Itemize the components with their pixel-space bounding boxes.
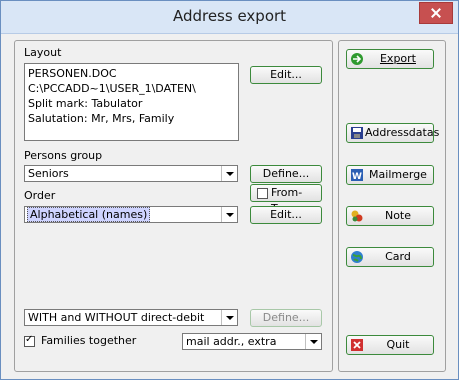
order-edit-button[interactable]: Edit... xyxy=(250,206,322,224)
from-to-checkbox[interactable] xyxy=(257,188,268,199)
close-button[interactable] xyxy=(419,2,453,24)
addressdatas-label: Addressdatas xyxy=(365,126,440,139)
card-label: Card xyxy=(385,250,411,263)
layout-label: Layout xyxy=(24,46,62,59)
layout-info-box[interactable]: PERSONEN.DOC C:\PCCADD~1\USER_1\DATEN\ S… xyxy=(24,63,239,141)
mailmerge-button[interactable]: W Mailmerge xyxy=(346,165,434,185)
export-label: Export xyxy=(379,52,416,65)
direct-debit-define-button[interactable]: Define... xyxy=(250,309,322,327)
chevron-down-icon[interactable] xyxy=(221,310,237,325)
globe-icon xyxy=(351,251,363,263)
persons-group-label: Persons group xyxy=(24,149,103,162)
svg-text:W: W xyxy=(352,172,362,182)
mail-address-value: mail addr., extra xyxy=(186,335,277,348)
chevron-down-icon[interactable] xyxy=(221,166,237,181)
note-label: Note xyxy=(384,209,412,222)
families-together-checkbox[interactable] xyxy=(24,334,35,347)
families-together-label: Families together xyxy=(41,334,137,347)
persons-group-select[interactable]: Seniors xyxy=(24,165,238,182)
layout-edit-label: Edit... xyxy=(270,68,302,81)
word-document-icon: W xyxy=(351,169,363,182)
persons-group-define-button[interactable]: Define... xyxy=(250,165,322,183)
card-button[interactable]: Card xyxy=(346,247,434,267)
from-to-button[interactable]: From-To... xyxy=(250,184,322,215)
define-label: Define... xyxy=(262,167,310,180)
quit-label: Quit xyxy=(386,338,410,351)
layout-line-split: Split mark: Tabulator xyxy=(28,97,143,110)
layout-edit-button[interactable]: Edit... xyxy=(250,66,322,84)
quit-button[interactable]: Quit xyxy=(346,335,434,355)
export-button[interactable]: Export xyxy=(346,49,434,69)
order-value: Alphabetical (names) xyxy=(27,207,151,222)
export-arrow-icon xyxy=(351,53,363,65)
quit-x-icon xyxy=(351,339,363,351)
note-icon xyxy=(351,210,363,222)
floppy-disk-icon xyxy=(351,127,363,139)
order-edit-label: Edit... xyxy=(270,208,302,221)
layout-line-salutation: Salutation: Mr, Mrs, Family xyxy=(28,112,175,125)
mail-address-select[interactable]: mail addr., extra xyxy=(182,333,322,350)
persons-group-value: Seniors xyxy=(28,167,69,180)
chevron-down-icon[interactable] xyxy=(305,334,321,349)
direct-debit-select[interactable]: WITH and WITHOUT direct-debit xyxy=(24,309,238,326)
layout-line-file: PERSONEN.DOC xyxy=(28,67,117,80)
chevron-down-icon[interactable] xyxy=(221,207,237,222)
order-select[interactable]: Alphabetical (names) xyxy=(24,206,238,223)
title-bar: Address export xyxy=(1,1,458,34)
note-button[interactable]: Note xyxy=(346,206,434,226)
order-label: Order xyxy=(24,189,56,202)
direct-debit-define-label: Define... xyxy=(262,311,310,324)
direct-debit-value: WITH and WITHOUT direct-debit xyxy=(28,311,205,324)
layout-line-path: C:\PCCADD~1\USER_1\DATEN\ xyxy=(28,82,196,95)
mailmerge-label: Mailmerge xyxy=(369,168,427,181)
window-title: Address export xyxy=(172,7,287,25)
addressdatas-button[interactable]: Addressdatas xyxy=(346,123,440,143)
